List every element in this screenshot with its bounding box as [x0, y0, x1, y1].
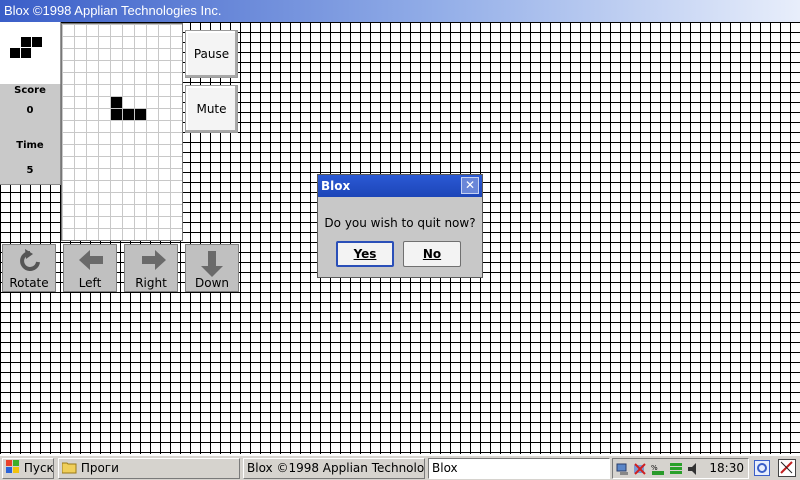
game-board[interactable]: [61, 23, 183, 241]
time-value: 5: [26, 165, 34, 176]
no-button[interactable]: No: [403, 241, 461, 267]
info-panel: Score 0 Time 5: [0, 84, 61, 185]
falling-piece-block: [135, 109, 146, 120]
preview-block: [10, 48, 20, 58]
dialog-title: Blox: [321, 179, 351, 193]
wireless-off-icon[interactable]: [633, 462, 647, 476]
taskbar-input-blox[interactable]: Blox: [428, 458, 610, 479]
arrow-left-icon: [79, 250, 103, 270]
falling-piece-block: [111, 97, 122, 108]
score-value: 0: [26, 105, 34, 116]
window-titlebar[interactable]: Blox ©1998 Applian Technologies Inc.: [0, 0, 800, 22]
folder-label: Проги: [80, 461, 119, 475]
rotate-label: Rotate: [9, 276, 49, 290]
input-panel-icon[interactable]: [778, 459, 796, 477]
windows-logo-icon: [6, 460, 19, 473]
arrow-right-icon: [142, 250, 166, 270]
arrow-down-icon: [201, 251, 223, 277]
battery-percent-icon[interactable]: %: [651, 462, 665, 476]
down-label: Down: [194, 276, 229, 290]
preview-block: [21, 37, 31, 47]
preview-block: [21, 48, 31, 58]
mute-button[interactable]: Mute: [185, 85, 238, 133]
quit-dialog: Blox ✕ Do you wish to quit now? Yes No: [317, 174, 483, 278]
dialog-message: Do you wish to quit now?: [324, 216, 476, 230]
network-icon[interactable]: [616, 462, 630, 476]
battery-level-icon[interactable]: [669, 462, 683, 476]
window-title: Blox ©1998 Applian Technologies Inc.: [4, 3, 222, 18]
speaker-icon[interactable]: [687, 462, 701, 476]
preview-block: [32, 37, 42, 47]
next-piece-preview: [0, 22, 61, 84]
time-label: Time: [16, 140, 44, 151]
rotate-button[interactable]: Rotate: [2, 244, 56, 292]
score-label: Score: [14, 85, 46, 96]
taskbar-blox-label: Blox ©1998 Applian Technolo...: [247, 461, 425, 475]
left-button[interactable]: Left: [63, 244, 117, 292]
falling-piece-block: [111, 109, 122, 120]
yes-button[interactable]: Yes: [336, 241, 394, 267]
right-button[interactable]: Right: [124, 244, 178, 292]
taskbar-input-label: Blox: [432, 461, 458, 475]
rotate-icon: [20, 249, 40, 271]
taskbar-clock[interactable]: 18:30: [709, 461, 744, 475]
pause-button[interactable]: Pause: [185, 30, 238, 78]
start-button[interactable]: Пуск: [2, 458, 54, 479]
falling-piece-block: [123, 109, 134, 120]
folder-icon: [61, 462, 77, 474]
start-label: Пуск: [23, 461, 54, 475]
keyboard-icon[interactable]: [754, 460, 770, 476]
left-label: Left: [78, 276, 102, 290]
dialog-titlebar[interactable]: Blox ✕: [318, 175, 482, 197]
right-label: Right: [135, 276, 167, 290]
down-button[interactable]: Down: [185, 244, 239, 292]
system-tray: % 18:30: [612, 458, 749, 479]
taskbar: Пуск Проги Blox ©1998 Applian Technolo..…: [0, 455, 800, 480]
svg-text:%: %: [651, 464, 658, 472]
close-icon[interactable]: ✕: [461, 177, 479, 194]
taskbar-item-folder[interactable]: Проги: [58, 458, 240, 479]
taskbar-item-blox[interactable]: Blox ©1998 Applian Technolo...: [243, 458, 425, 479]
